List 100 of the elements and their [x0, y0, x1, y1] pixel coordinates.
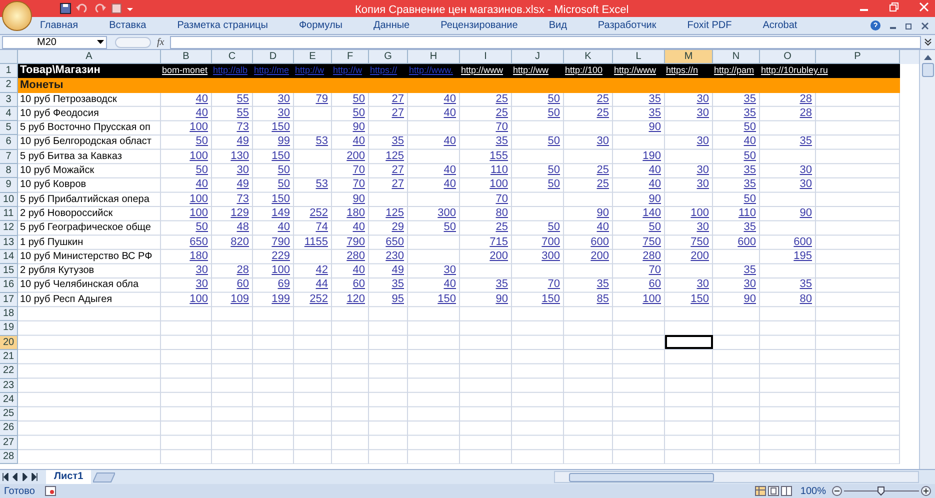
column-header[interactable]: L	[613, 50, 665, 64]
price-link[interactable]: 90	[352, 121, 365, 134]
price-link[interactable]: 70	[352, 164, 365, 176]
price-link[interactable]: 50	[548, 221, 560, 234]
row-header[interactable]: 6	[0, 135, 18, 150]
price-link[interactable]: 40	[196, 178, 208, 190]
row-header[interactable]: 13	[0, 236, 18, 250]
price-link[interactable]: 40	[444, 106, 456, 119]
formula-divider-handle[interactable]	[115, 36, 151, 48]
price-link[interactable]: 150	[690, 292, 709, 305]
price-link[interactable]: 100	[642, 292, 661, 305]
price-link[interactable]: 50	[648, 221, 661, 234]
column-header[interactable]: N	[713, 50, 760, 64]
print-preview-icon[interactable]	[111, 3, 122, 14]
ribbon-tab[interactable]: Вставка	[109, 18, 146, 33]
row-header[interactable]: 26	[0, 421, 18, 436]
price-link[interactable]: 60	[648, 278, 661, 290]
normal-view-icon[interactable]	[755, 486, 766, 496]
price-link[interactable]: 40	[444, 92, 456, 105]
price-link[interactable]: 79	[316, 92, 328, 105]
price-link[interactable]: 55	[236, 92, 249, 105]
store-link[interactable]: http://www	[613, 65, 656, 75]
column-header[interactable]: H	[408, 50, 460, 64]
price-link[interactable]: 35	[648, 106, 661, 119]
price-link[interactable]: 35	[596, 278, 609, 290]
price-link[interactable]: 35	[496, 135, 508, 148]
price-link[interactable]: 30	[800, 178, 812, 190]
zoom-out-icon[interactable]	[832, 486, 842, 496]
active-cell[interactable]	[665, 334, 713, 349]
price-link[interactable]: 300	[438, 206, 456, 219]
sheet-tab[interactable]: Лист1	[46, 470, 92, 484]
page-layout-icon[interactable]	[768, 486, 780, 496]
restore-icon[interactable]	[889, 2, 899, 12]
price-link[interactable]: 99	[278, 135, 290, 148]
price-link[interactable]: 790	[346, 236, 365, 248]
price-link[interactable]: 155	[490, 150, 508, 162]
column-header[interactable]: J	[512, 50, 564, 64]
price-link[interactable]: 35	[744, 106, 756, 119]
price-link[interactable]: 50	[352, 92, 365, 105]
price-link[interactable]: 100	[190, 292, 208, 305]
price-link[interactable]: 70	[548, 278, 560, 290]
column-header[interactable]: K	[564, 50, 613, 64]
price-link[interactable]: 40	[648, 178, 661, 190]
price-link[interactable]: 49	[392, 264, 404, 276]
save-icon[interactable]	[60, 3, 71, 14]
price-link[interactable]: 40	[444, 178, 456, 190]
row-header[interactable]: 20	[0, 336, 18, 350]
price-link[interactable]: 100	[272, 264, 290, 276]
horizontal-scrollbar[interactable]	[554, 471, 919, 483]
price-link[interactable]: 149	[272, 206, 290, 219]
price-link[interactable]: 190	[642, 150, 661, 162]
scroll-thumb[interactable]	[922, 63, 934, 77]
price-link[interactable]: 30	[596, 135, 609, 148]
price-link[interactable]: 50	[548, 178, 560, 190]
price-link[interactable]: 40	[744, 135, 756, 148]
price-link[interactable]: 40	[648, 164, 661, 176]
price-link[interactable]: 73	[236, 192, 249, 205]
price-link[interactable]: 30	[196, 264, 208, 276]
price-link[interactable]: 50	[444, 221, 456, 234]
price-link[interactable]: 200	[490, 250, 508, 262]
price-link[interactable]: 30	[696, 92, 709, 105]
row-header[interactable]: 10	[0, 192, 18, 207]
price-link[interactable]: 700	[542, 236, 560, 248]
row-header[interactable]: 18	[0, 307, 18, 322]
price-link[interactable]: 35	[800, 278, 812, 290]
ribbon-tab[interactable]: Разработчик	[598, 18, 656, 33]
price-link[interactable]: 150	[272, 150, 290, 162]
price-link[interactable]: 100	[490, 178, 508, 190]
store-link[interactable]: https://n	[665, 65, 698, 75]
price-link[interactable]: 820	[230, 236, 249, 248]
row-header[interactable]: 4	[0, 106, 18, 122]
ribbon-tab[interactable]: Разметка страницы	[177, 18, 268, 33]
ribbon-tab[interactable]: Рецензирование	[440, 18, 518, 33]
row-header[interactable]: 14	[0, 250, 18, 264]
price-link[interactable]: 150	[438, 292, 456, 305]
price-link[interactable]: 650	[190, 236, 208, 248]
price-link[interactable]: 90	[496, 292, 508, 305]
row-header[interactable]: 28	[0, 450, 18, 464]
price-link[interactable]: 55	[236, 106, 249, 119]
price-link[interactable]: 30	[696, 106, 709, 119]
price-link[interactable]: 48	[236, 221, 249, 234]
price-link[interactable]: 40	[444, 135, 456, 148]
row-header[interactable]: 23	[0, 378, 18, 393]
price-link[interactable]: 750	[642, 236, 661, 248]
price-link[interactable]: 30	[696, 178, 709, 190]
name-box[interactable]: M20	[2, 36, 107, 48]
price-link[interactable]: 130	[230, 150, 249, 162]
price-link[interactable]: 50	[744, 121, 756, 134]
price-link[interactable]: 40	[596, 221, 609, 234]
price-link[interactable]: 180	[190, 250, 208, 262]
redo-icon[interactable]	[93, 3, 107, 14]
office-button[interactable]	[2, 1, 32, 31]
price-link[interactable]: 70	[496, 192, 508, 205]
price-link[interactable]: 50	[548, 164, 560, 176]
ribbon-tab[interactable]: Вид	[548, 18, 567, 33]
price-link[interactable]: 73	[236, 121, 249, 134]
price-link[interactable]: 53	[316, 135, 328, 148]
store-link[interactable]: bom-monet	[161, 65, 208, 75]
price-link[interactable]: 50	[278, 178, 290, 190]
price-link[interactable]: 40	[352, 264, 365, 276]
